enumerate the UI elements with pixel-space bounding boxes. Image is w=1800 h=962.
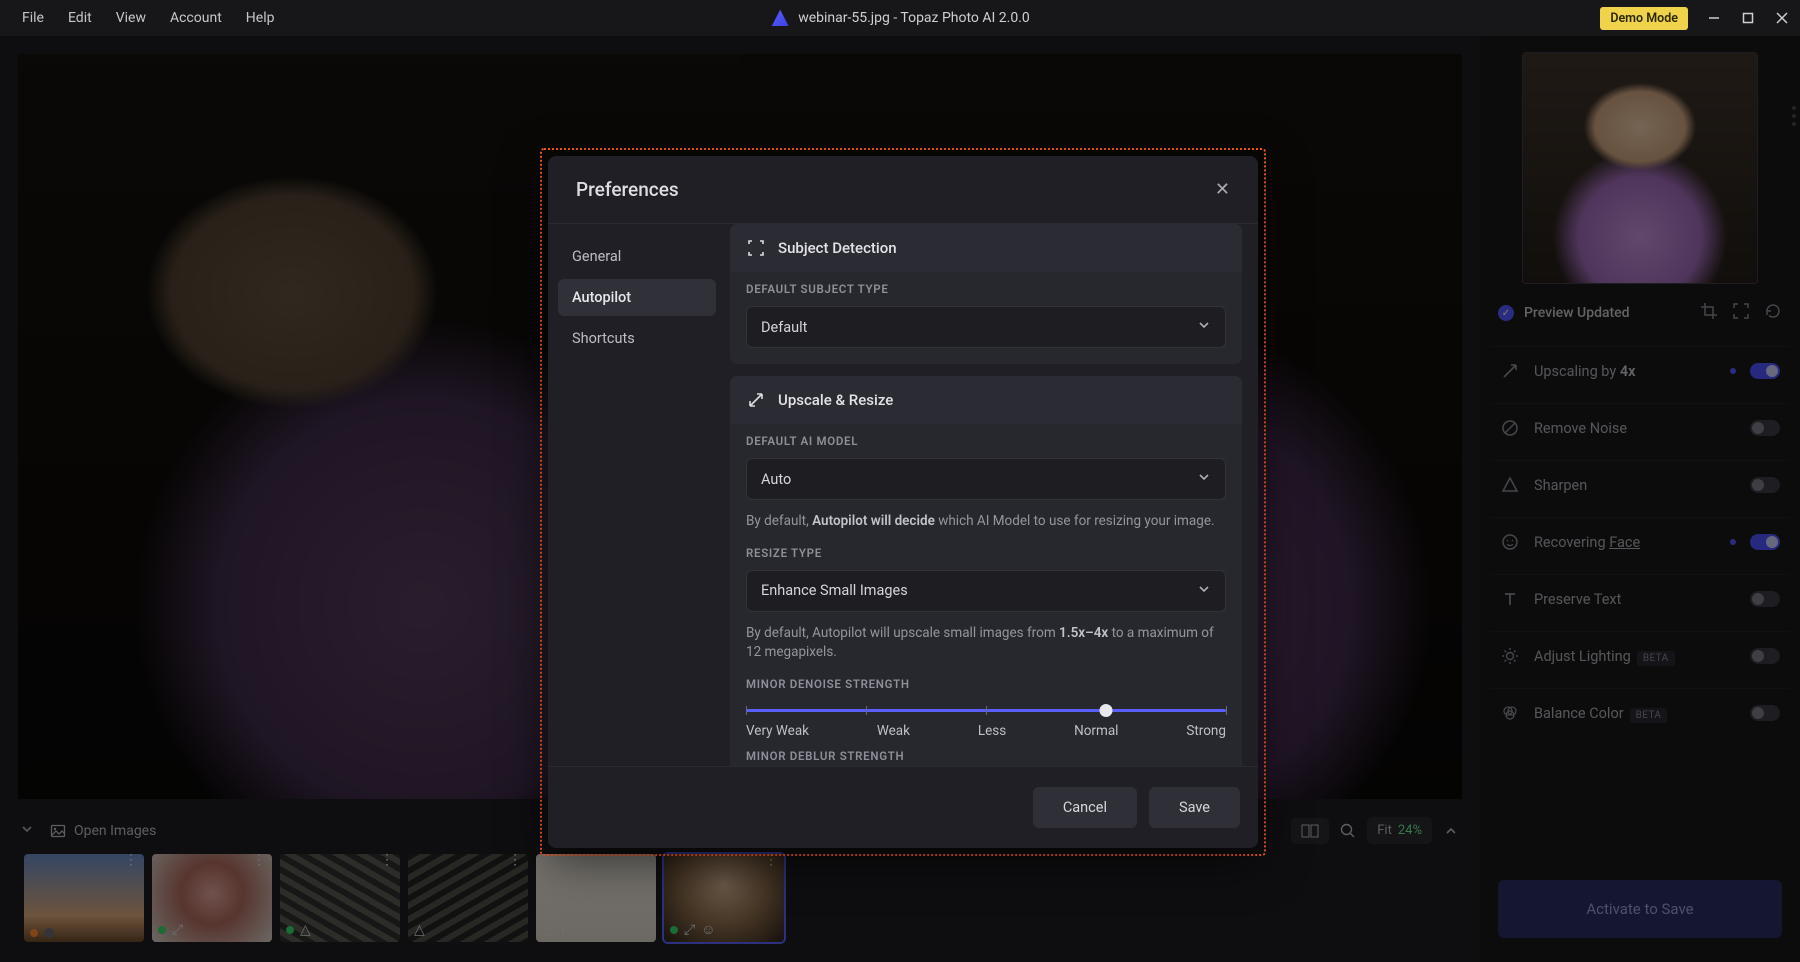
field-label: MINOR DEBLUR STRENGTH: [746, 749, 1226, 763]
resize-type-select[interactable]: Enhance Small Images: [746, 570, 1226, 612]
menubar: File Edit View Account Help webinar-55.j…: [0, 0, 1800, 36]
field-label: MINOR DENOISE STRENGTH: [746, 677, 1226, 691]
menu-view[interactable]: View: [104, 4, 158, 32]
demo-mode-badge: Demo Mode: [1600, 7, 1688, 30]
resize-hint: By default, Autopilot will upscale small…: [730, 612, 1242, 667]
tab-autopilot[interactable]: Autopilot: [558, 279, 716, 316]
ai-model-hint: By default, Autopilot will decide which …: [730, 500, 1242, 536]
window-title: webinar-55.jpg - Topaz Photo AI 2.0.0: [798, 10, 1030, 26]
field-label: DEFAULT AI MODEL: [746, 434, 1226, 448]
chevron-down-icon: [1197, 582, 1211, 600]
close-icon[interactable]: ✕: [1215, 179, 1230, 200]
ai-model-select[interactable]: Auto: [746, 458, 1226, 500]
dialog-title: Preferences: [576, 178, 679, 201]
section-title: Upscale & Resize: [778, 391, 893, 409]
denoise-slider[interactable]: [746, 701, 1226, 721]
minimize-button[interactable]: [1706, 10, 1722, 26]
resize-icon: [746, 390, 766, 410]
field-label: RESIZE TYPE: [746, 546, 1226, 560]
close-button[interactable]: [1774, 10, 1790, 26]
tab-general[interactable]: General: [558, 238, 716, 275]
section-upscale-resize: Upscale & Resize DEFAULT AI MODEL Auto B…: [730, 376, 1242, 766]
menu-help[interactable]: Help: [234, 4, 287, 32]
section-title: Subject Detection: [778, 239, 897, 257]
subject-type-select[interactable]: Default: [746, 306, 1226, 348]
save-button[interactable]: Save: [1149, 787, 1240, 828]
menu-account[interactable]: Account: [158, 4, 234, 32]
section-subject-detection: Subject Detection DEFAULT SUBJECT TYPE D…: [730, 224, 1242, 364]
app-logo-icon: [770, 8, 790, 28]
tab-shortcuts[interactable]: Shortcuts: [558, 320, 716, 357]
menu-edit[interactable]: Edit: [56, 4, 104, 32]
chevron-down-icon: [1197, 470, 1211, 488]
menu-file[interactable]: File: [10, 4, 56, 32]
maximize-button[interactable]: [1740, 10, 1756, 26]
chevron-down-icon: [1197, 318, 1211, 336]
field-label: DEFAULT SUBJECT TYPE: [746, 282, 1226, 296]
subject-icon: [746, 238, 766, 258]
preferences-dialog: Preferences ✕ General Autopilot Shortcut…: [548, 156, 1258, 848]
cancel-button[interactable]: Cancel: [1033, 787, 1137, 828]
